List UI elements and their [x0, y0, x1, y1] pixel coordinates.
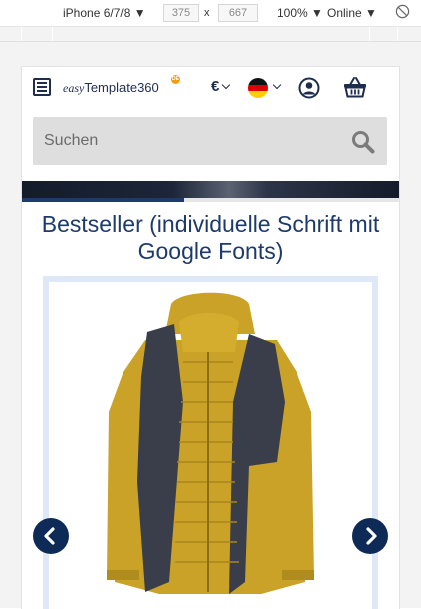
viewport-height-input[interactable]: 667	[218, 4, 258, 22]
mobile-viewport: easyTemplate360 DE € Suchen Bestseller (…	[21, 66, 400, 609]
section-title: Bestseller (individuelle Schrift mit Goo…	[41, 211, 380, 264]
device-select[interactable]: iPhone 6/7/8 ▼	[63, 5, 146, 21]
devtools-device-toolbar: iPhone 6/7/8 ▼ 375 x 667 100% ▼ Online ▼	[0, 0, 421, 27]
zoom-value: 100%	[277, 6, 308, 20]
carousel-prev-button[interactable]	[33, 518, 69, 554]
viewport-width-input[interactable]: 375	[163, 4, 199, 22]
site-header: easyTemplate360 DE €	[22, 67, 399, 111]
hero-slider-image	[22, 181, 399, 198]
user-account-icon[interactable]	[298, 77, 320, 104]
logo-badge: DE	[171, 75, 180, 84]
zoom-select[interactable]: 100% ▼	[277, 5, 323, 21]
product-image[interactable]	[49, 282, 372, 609]
menu-icon[interactable]	[33, 78, 51, 96]
carousel-next-button[interactable]	[352, 518, 388, 554]
chevron-right-icon	[366, 527, 377, 545]
network-throttle-select[interactable]: Online ▼	[327, 5, 377, 21]
dropdown-arrow-icon: ▼	[133, 6, 146, 20]
slider-progress-bar	[22, 198, 399, 202]
search-icon[interactable]	[351, 130, 375, 159]
site-logo[interactable]: easyTemplate360 DE	[63, 75, 180, 97]
chevron-left-icon	[44, 527, 55, 545]
chevron-down-icon[interactable]	[272, 80, 282, 90]
media-query-ruler	[0, 27, 421, 42]
device-name: iPhone 6/7/8	[63, 6, 131, 20]
logo-easy-text: easy	[63, 81, 85, 95]
rotate-icon[interactable]	[395, 4, 410, 23]
germany-flag-icon[interactable]	[248, 78, 268, 98]
network-value: Online	[327, 6, 362, 20]
dropdown-arrow-icon: ▼	[311, 6, 323, 20]
currency-symbol: €	[211, 78, 220, 95]
search-bar	[33, 117, 387, 165]
logo-template-text: Template360	[84, 80, 159, 95]
dropdown-arrow-icon: ▼	[365, 6, 377, 20]
dimension-separator: x	[204, 7, 210, 19]
shopping-basket-icon[interactable]	[343, 76, 367, 103]
chevron-down-icon	[222, 80, 231, 90]
currency-selector[interactable]: €	[211, 78, 231, 95]
slider-progress-fill	[22, 198, 185, 202]
jacket-image	[107, 292, 314, 594]
search-input[interactable]	[33, 117, 344, 165]
product-card[interactable]	[43, 276, 378, 609]
